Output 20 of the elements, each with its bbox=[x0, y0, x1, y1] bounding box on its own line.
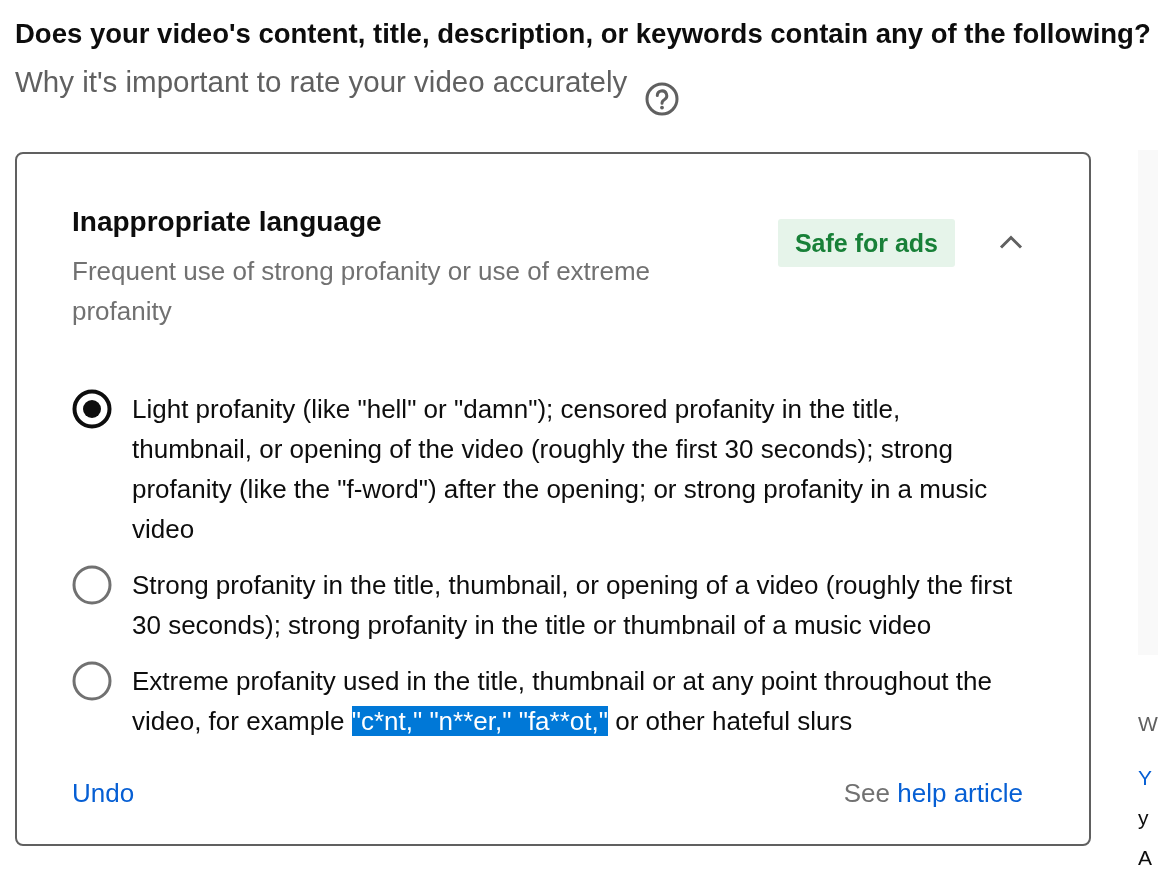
radio-button[interactable] bbox=[72, 565, 112, 605]
side-link[interactable]: Y bbox=[1138, 758, 1152, 798]
option-text: Extreme profanity used in the title, thumbnail or at any point throughout the video, for example "c*nt," "n**er," "fa**ot," or other hateful slurs bbox=[132, 665, 993, 738]
side-text: y bbox=[1138, 805, 1149, 831]
help-icon[interactable] bbox=[645, 82, 680, 116]
undo-link[interactable]: Undo bbox=[72, 773, 135, 813]
see-label: See bbox=[843, 777, 890, 810]
radio-button[interactable] bbox=[72, 389, 112, 429]
side-text: A bbox=[1138, 845, 1152, 871]
side-label: W bbox=[1138, 711, 1158, 737]
radio-button[interactable] bbox=[72, 661, 112, 701]
question-title: Does your video's content, title, description, or keywords contain any of the following? bbox=[15, 17, 1152, 51]
help-text: Why it's important to rate your video accurately bbox=[15, 64, 628, 100]
card-title: Inappropriate language bbox=[72, 205, 383, 239]
ad-status-badge: Safe for ads bbox=[777, 219, 955, 267]
chevron-up-icon[interactable] bbox=[999, 235, 1023, 249]
option-text: Strong profanity in the title, thumbnail, or opening of a video (roughly the first 30 seconds); strong profanity in the title or thumbnail of a music video bbox=[132, 569, 1014, 642]
card-description: Frequent use of strong profanity or use of extreme profanity bbox=[72, 255, 652, 328]
help-article-link[interactable]: help article bbox=[897, 773, 1023, 813]
option-text: Light profanity (like "hell" or "damn"); censored profanity in the title, thumbnail, or opening of the video (roughly the first 30 seconds); strong profanity (like the "f-word") after the opening; or strong profanity in a music video bbox=[132, 393, 989, 546]
